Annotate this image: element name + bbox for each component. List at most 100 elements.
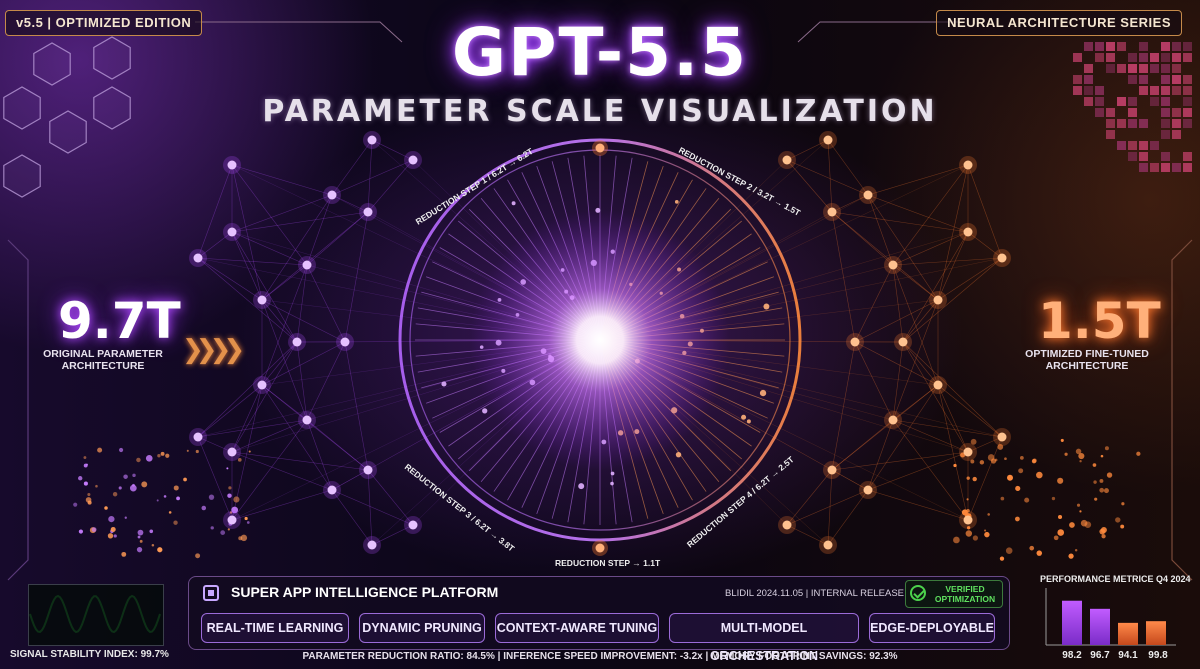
network-link: [344, 211, 369, 343]
network-link: [261, 384, 369, 471]
network-link: [827, 489, 869, 546]
performance-bar: [1062, 600, 1082, 645]
network-node: [898, 337, 908, 347]
particle: [1136, 451, 1141, 456]
particle: [987, 513, 990, 516]
network-link: [867, 489, 969, 521]
network-link: [367, 469, 373, 546]
particle: [966, 498, 969, 501]
network-link: [367, 469, 414, 526]
network-node: [227, 515, 237, 525]
network-link: [892, 264, 904, 343]
network-link: [937, 384, 969, 453]
particle: [1051, 496, 1056, 501]
optimized-caption-line2: ARCHITECTURE: [1045, 360, 1129, 372]
particle: [113, 534, 117, 538]
particle: [1057, 477, 1064, 484]
particle: [165, 453, 170, 458]
network-link: [231, 451, 333, 491]
network-link: [786, 489, 869, 526]
network-link: [867, 451, 969, 491]
network-link: [827, 139, 869, 196]
particle: [984, 529, 987, 532]
feature-edge-deployable[interactable]: EDGE-DEPLOYABLE: [869, 613, 995, 643]
network-node: [782, 520, 792, 530]
network-node: [367, 540, 377, 550]
feature-context-aware-tuning[interactable]: CONTEXT-AWARE TUNING: [495, 613, 659, 643]
footer-stats: PARAMETER REDUCTION RATIO: 84.5% | INFER…: [302, 651, 898, 662]
particle: [965, 530, 973, 537]
pixel-block: [1172, 163, 1181, 172]
network-link: [231, 489, 333, 521]
feature-multi-model-orchestration[interactable]: MULTI-MODEL ORCHESTRATION: [669, 613, 859, 663]
ray-particle: [511, 201, 516, 206]
particle: [1019, 455, 1024, 460]
network-node: [327, 485, 337, 495]
network-node: [227, 160, 237, 170]
original-parameter-value: 9.7T: [58, 292, 181, 350]
particle: [78, 529, 84, 534]
particle: [1060, 438, 1064, 442]
network-node: [302, 260, 312, 270]
pixel-block: [1128, 152, 1137, 161]
performance-label-1: 98.2: [1062, 650, 1082, 661]
particle: [1104, 446, 1109, 451]
chip-icon: [203, 585, 219, 601]
ray-particle: [482, 408, 488, 414]
particle: [95, 484, 98, 488]
particle: [1068, 553, 1074, 559]
particle: [1101, 534, 1106, 539]
particle: [1099, 479, 1104, 483]
network-node: [193, 253, 203, 263]
feature-dynamic-pruning[interactable]: DYNAMIC PRUNING: [359, 613, 485, 643]
particle: [157, 454, 161, 458]
particle: [1099, 487, 1105, 493]
particle: [110, 526, 116, 532]
network-link: [306, 341, 346, 421]
network-node: [782, 155, 792, 165]
particle: [118, 486, 122, 490]
particle: [966, 476, 970, 480]
network-node: [257, 295, 267, 305]
network-link: [231, 164, 333, 196]
network-link: [902, 257, 1003, 343]
particle: [139, 539, 143, 543]
particle: [246, 521, 250, 524]
network-link: [892, 341, 904, 421]
particle: [1057, 529, 1065, 536]
particle: [1058, 514, 1063, 520]
original-parameter-caption: ORIGINAL PARAMETER ARCHITECTURE: [28, 348, 178, 372]
particle: [1084, 521, 1092, 529]
particle: [228, 486, 232, 490]
ray-particle: [674, 200, 679, 204]
particle: [1079, 460, 1082, 463]
network-link: [827, 469, 833, 546]
particle: [1007, 474, 1013, 481]
particle: [1106, 472, 1113, 478]
particle: [210, 526, 214, 530]
particle: [1036, 471, 1043, 479]
particle: [91, 527, 97, 533]
particle: [85, 497, 92, 503]
particle: [972, 476, 977, 482]
network-node: [863, 190, 873, 200]
performance-label-2: 96.7: [1090, 650, 1110, 661]
feature-real-time-learning[interactable]: REAL-TIME LEARNING: [201, 613, 349, 643]
performance-bar-chart: [1045, 588, 1176, 646]
network-link: [231, 194, 333, 233]
particle: [1024, 497, 1030, 503]
network-node: [823, 540, 833, 550]
particle: [1074, 549, 1078, 552]
optimized-parameter-caption: OPTIMIZED FINE-TUNED ARCHITECTURE: [1012, 348, 1162, 372]
network-link: [831, 384, 939, 471]
particle: [112, 491, 118, 497]
particle: [244, 516, 248, 521]
particle: [163, 495, 167, 498]
network-link: [831, 341, 856, 471]
pixel-block: [1183, 163, 1192, 172]
network-node: [933, 295, 943, 305]
particle: [176, 496, 180, 501]
particle: [136, 457, 141, 463]
particle: [157, 547, 163, 553]
page-title: GPT-5.5: [451, 14, 749, 91]
